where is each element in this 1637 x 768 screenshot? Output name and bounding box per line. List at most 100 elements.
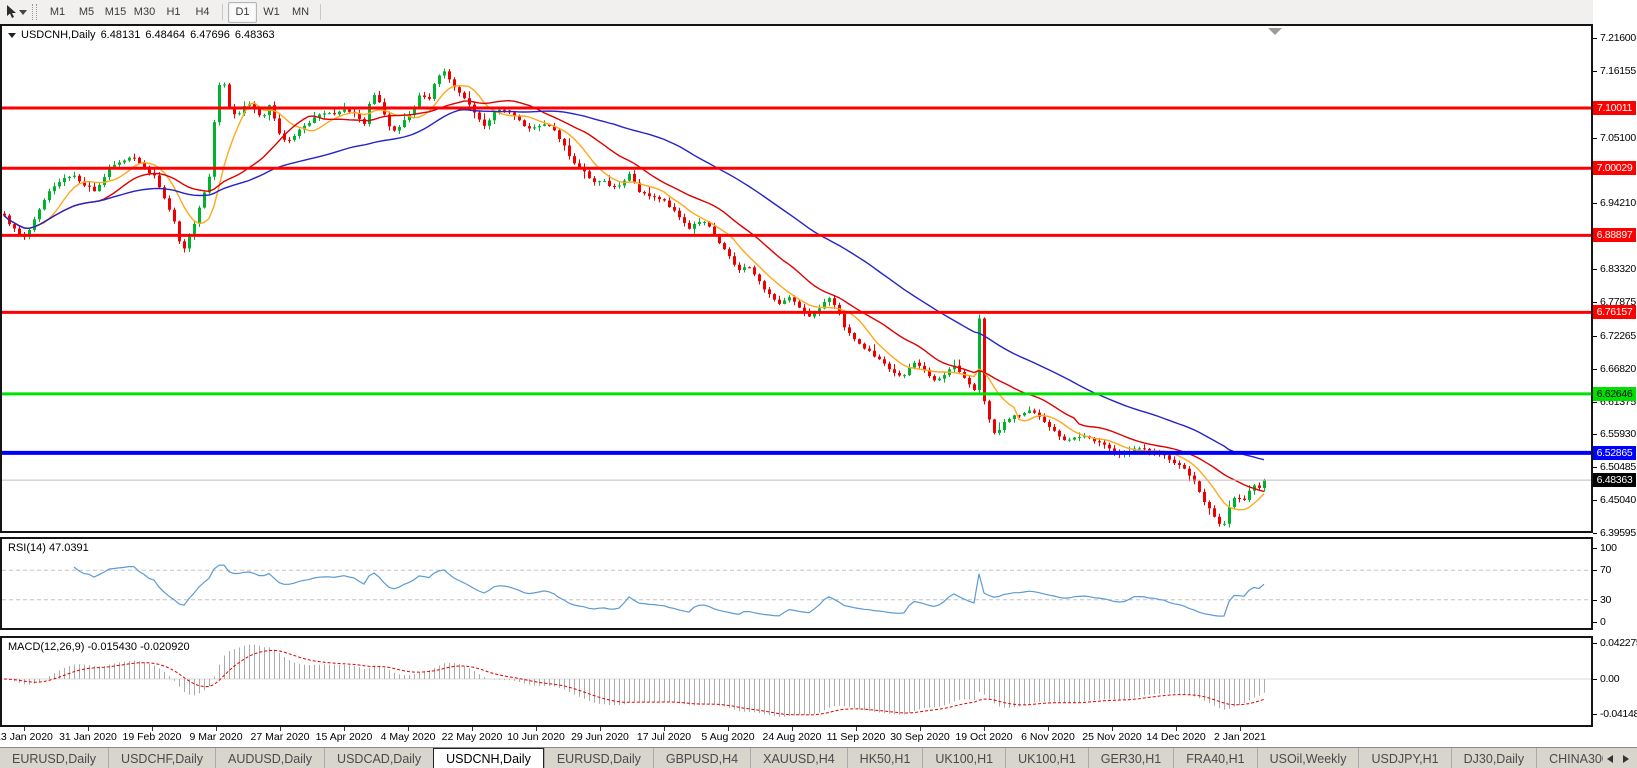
chart-tab-eurusd-daily[interactable]: EURUSD,Daily <box>543 748 653 768</box>
candle-body <box>1003 421 1006 430</box>
candle-body <box>753 267 756 275</box>
date-label[interactable]: 17 Jul 2020 <box>637 731 691 743</box>
date-label[interactable]: 6 Nov 2020 <box>1021 731 1075 743</box>
timeframe-button-m5[interactable]: M5 <box>72 2 101 23</box>
candle-body <box>613 185 616 187</box>
candle-body <box>1018 415 1021 417</box>
candle-body <box>1238 498 1241 500</box>
candle-body <box>58 182 61 187</box>
date-label[interactable]: 14 Dec 2020 <box>1146 731 1206 743</box>
candle-body <box>833 298 836 305</box>
timeframe-button-m15[interactable]: M15 <box>101 2 130 23</box>
price-level-badge[interactable]: 6.48363 <box>1593 473 1636 487</box>
timeframe-button-mn[interactable]: MN <box>286 2 315 23</box>
rsi-line <box>73 564 1265 617</box>
date-label[interactable]: 11 Sep 2020 <box>827 731 886 743</box>
date-label[interactable]: 31 Jan 2020 <box>59 731 117 743</box>
timeframe-button-d1[interactable]: D1 <box>228 1 257 23</box>
candle-body <box>123 160 126 163</box>
candle-body <box>683 217 686 223</box>
chart-tab-ger30-h1[interactable]: GER30,H1 <box>1087 748 1173 768</box>
chart-tab-fra40-h1[interactable]: FRA40,H1 <box>1173 748 1256 768</box>
chart-tab-usdchf-daily[interactable]: USDCHF,Daily <box>108 748 215 768</box>
time-axis[interactable]: 13 Jan 2020 31 Jan 2020 19 Feb 2020 9 Mar 2… <box>0 727 1593 747</box>
chart-cursor-icon[interactable] <box>3 2 29 22</box>
chart-tab-uk100-h1[interactable]: UK100,H1 <box>1005 748 1088 768</box>
candle-body <box>63 178 66 183</box>
candle-body <box>1178 463 1181 466</box>
timeframe-button-m30[interactable]: M30 <box>130 2 159 23</box>
date-label[interactable]: 10 Jun 2020 <box>507 731 565 743</box>
price-level-badge[interactable]: 7.00029 <box>1593 161 1636 175</box>
chart-tab-uk100-h1[interactable]: UK100,H1 <box>922 748 1005 768</box>
date-label[interactable]: 5 Aug 2020 <box>701 731 754 743</box>
macd-indicator-panel[interactable]: MACD(12,26,9) -0.015430 -0.020920 <box>0 636 1593 727</box>
macd-plot[interactable] <box>2 638 1591 725</box>
date-label[interactable]: 19 Oct 2020 <box>955 731 1012 743</box>
timeframe-buttons: M1 M5 M15 M30 H1 H4 D1 W1 MN <box>43 1 326 23</box>
date-label[interactable]: 15 Apr 2020 <box>316 731 373 743</box>
price-level-badge[interactable]: 6.76157 <box>1593 305 1636 319</box>
candle-body <box>603 180 606 182</box>
chart-tab-usdcnh-daily[interactable]: USDCNH,Daily <box>433 748 544 768</box>
price-level-badge[interactable]: 6.52865 <box>1593 446 1636 460</box>
candle-body <box>1183 465 1186 469</box>
candle-body <box>33 219 36 230</box>
chart-tab-usdjpy-h1[interactable]: USDJPY,H1 <box>1358 748 1450 768</box>
candle-body <box>1058 430 1061 437</box>
candle-body <box>68 176 71 179</box>
price-chart-panel[interactable]: USDCNH,Daily 6.48131 6.48464 6.47696 6.4… <box>0 24 1593 533</box>
candle-body <box>1263 479 1266 488</box>
collapse-triangle-icon[interactable] <box>8 32 16 38</box>
date-label[interactable]: 22 May 2020 <box>442 731 503 743</box>
chart-tab-gbpusd-h4[interactable]: GBPUSD,H4 <box>652 748 750 768</box>
price-tick-label: 6.55930 <box>1600 428 1636 440</box>
macd-label: MACD(12,26,9) -0.015430 -0.020920 <box>8 641 190 653</box>
date-label[interactable]: 4 May 2020 <box>381 731 436 743</box>
price-level-badge[interactable]: 6.88897 <box>1593 228 1636 242</box>
price-level-badge[interactable]: 6.62646 <box>1593 387 1636 401</box>
chart-tab-usoil-weekly[interactable]: USOil,Weekly <box>1256 748 1359 768</box>
candle-body <box>993 419 996 433</box>
axis-tick-mark <box>1593 71 1597 72</box>
date-label[interactable]: 30 Sep 2020 <box>890 731 950 743</box>
candle-body <box>778 299 781 304</box>
date-label[interactable]: 9 Mar 2020 <box>189 731 242 743</box>
axis-tick-mark <box>1593 679 1597 680</box>
chart-tab-eurusd-daily[interactable]: EURUSD,Daily <box>0 748 108 768</box>
candle-body <box>1213 508 1216 517</box>
chart-tab-audusd-daily[interactable]: AUDUSD,Daily <box>215 748 324 768</box>
timeframe-button-m1[interactable]: M1 <box>43 2 72 23</box>
date-label[interactable]: 13 Jan 2020 <box>0 731 53 743</box>
timeframe-button-h4[interactable]: H4 <box>188 2 217 23</box>
date-label[interactable]: 19 Feb 2020 <box>123 731 182 743</box>
date-label[interactable]: 27 Mar 2020 <box>251 731 310 743</box>
rsi-indicator-panel[interactable]: RSI(14) 47.0391 <box>0 537 1593 630</box>
candlestick-chart[interactable] <box>2 26 1591 531</box>
chart-tab-dj30-daily[interactable]: DJ30,Daily <box>1450 748 1536 768</box>
timeframe-button-h1[interactable]: H1 <box>159 2 188 23</box>
candle-body <box>378 94 381 103</box>
rsi-tick-label: 0 <box>1600 616 1606 628</box>
date-label[interactable]: 25 Nov 2020 <box>1082 731 1142 743</box>
candle-body <box>598 181 601 183</box>
candle-body <box>138 157 141 164</box>
chart-tab-xauusd-h4[interactable]: XAUUSD,H4 <box>750 748 847 768</box>
rsi-plot[interactable] <box>2 539 1591 628</box>
tab-scroll-left-icon[interactable] <box>1607 754 1613 763</box>
date-label[interactable]: 24 Aug 2020 <box>763 731 822 743</box>
chart-shift-marker-icon[interactable] <box>1268 28 1282 35</box>
price-axis[interactable]: 7.21600 7.16155 7.05100 6.94210 6.83320 6.778… <box>1593 0 1637 727</box>
candle-body <box>183 241 186 249</box>
toolbar-grip[interactable] <box>32 4 37 20</box>
timeframe-button-w1[interactable]: W1 <box>257 2 286 23</box>
chart-tab-usdcad-daily[interactable]: USDCAD,Daily <box>324 748 433 768</box>
tab-scroll-right-icon[interactable] <box>1623 754 1629 763</box>
price-tick-label: 6.66820 <box>1600 363 1636 375</box>
tab-scroll-arrows <box>1603 748 1633 768</box>
date-label[interactable]: 29 Jun 2020 <box>571 731 629 743</box>
candle-body <box>748 267 751 269</box>
date-label[interactable]: 2 Jan 2021 <box>1214 731 1266 743</box>
chart-tab-hk50-h1[interactable]: HK50,H1 <box>846 748 923 768</box>
price-level-badge[interactable]: 7.10011 <box>1593 101 1636 115</box>
